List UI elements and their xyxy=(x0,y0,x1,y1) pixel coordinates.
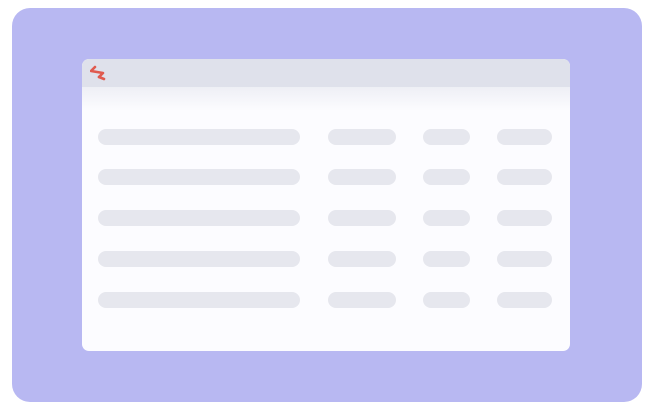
table-row xyxy=(82,129,570,145)
table-row xyxy=(82,210,570,226)
cell-placeholder xyxy=(328,251,396,267)
cell-placeholder xyxy=(423,292,470,308)
cell-placeholder xyxy=(497,129,552,145)
cell-placeholder xyxy=(497,292,552,308)
cell-placeholder xyxy=(98,292,300,308)
table-row xyxy=(82,169,570,185)
table-skeleton xyxy=(82,59,570,351)
cell-placeholder xyxy=(497,251,552,267)
table-row xyxy=(82,251,570,267)
cell-placeholder xyxy=(423,129,470,145)
cell-placeholder xyxy=(497,210,552,226)
cell-placeholder xyxy=(328,210,396,226)
cell-placeholder xyxy=(98,169,300,185)
table-row xyxy=(82,292,570,308)
cell-placeholder xyxy=(98,251,300,267)
cell-placeholder xyxy=(328,129,396,145)
cell-placeholder xyxy=(98,129,300,145)
cell-placeholder xyxy=(423,210,470,226)
cell-placeholder xyxy=(497,169,552,185)
backdrop xyxy=(12,8,642,402)
cell-placeholder xyxy=(328,292,396,308)
cell-placeholder xyxy=(328,169,396,185)
cell-placeholder xyxy=(423,169,470,185)
app-window xyxy=(82,59,570,351)
cell-placeholder xyxy=(423,251,470,267)
cell-placeholder xyxy=(98,210,300,226)
